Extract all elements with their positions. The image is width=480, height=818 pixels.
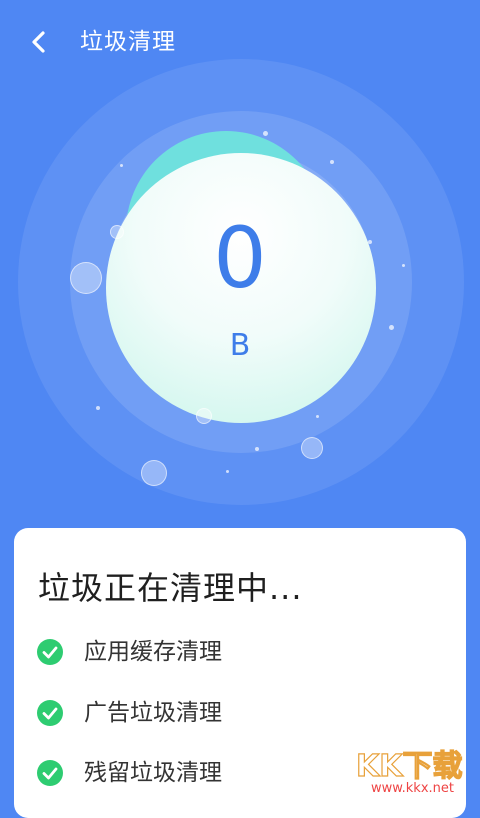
sparkle xyxy=(226,470,229,473)
sparkle xyxy=(120,164,123,167)
bubble xyxy=(301,437,323,459)
watermark-site: www.kkx.net xyxy=(370,781,454,796)
sparkle xyxy=(316,415,319,418)
bubble xyxy=(196,408,212,424)
sparkle xyxy=(255,447,259,451)
sparkle xyxy=(263,131,268,136)
sparkle xyxy=(96,406,100,410)
svg-text:KK下载: KK下载 xyxy=(356,749,463,784)
chevron-left-icon xyxy=(32,31,45,53)
step-label: 广告垃圾清理 xyxy=(84,700,222,726)
step-label: 应用缓存清理 xyxy=(84,639,222,665)
check-circle-icon xyxy=(37,760,63,786)
cleaned-size-value: 0 xyxy=(213,209,267,307)
check-circle-icon xyxy=(37,700,63,726)
card-title: 垃圾正在清理中... xyxy=(38,569,303,607)
step-app-cache: 应用缓存清理 xyxy=(36,632,436,672)
check-circle-icon xyxy=(37,639,63,665)
cleaned-size-unit: B xyxy=(229,328,251,363)
bubble xyxy=(141,460,167,486)
kk-logo-icon: KK下载 xyxy=(355,748,463,784)
step-ad-junk: 广告垃圾清理 xyxy=(36,693,436,733)
page-title: 垃圾清理 xyxy=(80,29,176,55)
sparkle xyxy=(330,160,334,164)
back-button[interactable] xyxy=(22,24,58,60)
step-label: 残留垃圾清理 xyxy=(84,760,222,786)
